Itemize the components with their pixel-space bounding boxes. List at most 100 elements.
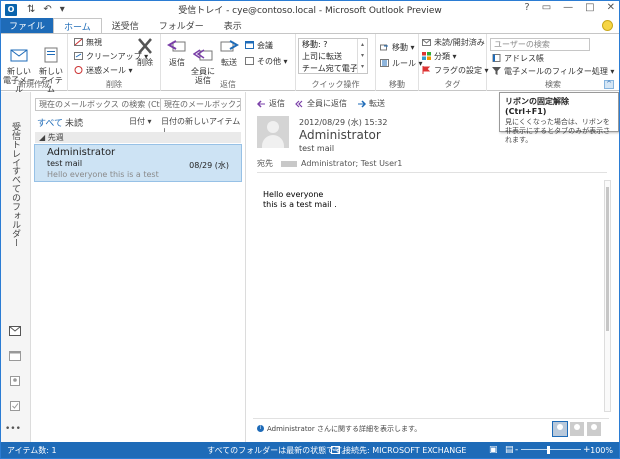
quickstep-to-manager[interactable]: 上司に転送 <box>299 51 357 63</box>
collapse-ribbon-button[interactable]: ^ <box>604 80 614 89</box>
info-icon: i <box>257 425 264 432</box>
feedback-smile-icon[interactable] <box>602 20 613 31</box>
ignore-button[interactable]: 無視 <box>74 37 102 48</box>
new-items-icon <box>44 47 58 63</box>
categorize-button[interactable]: 分類 ▾ <box>422 51 457 62</box>
tab-file[interactable]: ファイル <box>1 18 54 33</box>
zoom-slider[interactable] <box>521 449 581 450</box>
reply-all-small-icon <box>295 100 303 107</box>
group-new-label: 新規作成 <box>18 80 50 89</box>
zoom-level[interactable]: 100% <box>590 446 613 455</box>
folder-pane-collapsed: 受信トレイ すべてのフォルダー ••• <box>1 92 31 442</box>
forward-button[interactable]: 転送 <box>216 38 242 67</box>
forward-label: 転送 <box>221 58 237 67</box>
meeting-icon <box>245 41 254 49</box>
to-recipients[interactable]: Administrator; Test User1 <box>301 159 402 168</box>
customize-qat-icon[interactable]: ▾ <box>60 4 65 15</box>
flag-icon <box>422 66 431 74</box>
message-sender[interactable]: Administrator <box>299 128 381 142</box>
sort-by-dropdown[interactable]: 日付 ▾ <box>129 116 152 127</box>
list-item[interactable]: Administrator test mail Hello everyone t… <box>34 144 242 182</box>
to-label: 宛先 <box>257 159 273 168</box>
cleanup-icon <box>74 52 83 60</box>
contact-picture-2[interactable] <box>570 422 584 436</box>
group-new: 新しい 電子メール 新しい アイテム 新規作成 <box>1 34 68 94</box>
help-button[interactable]: ? <box>524 2 529 13</box>
tab-home[interactable]: ホーム <box>53 18 102 33</box>
list-item-date: 08/29 (水) <box>189 161 229 170</box>
inbox-vertical-label[interactable]: 受信トレイ <box>9 122 22 167</box>
maximize-button[interactable]: □ <box>585 2 594 13</box>
ribbon-display-options-button[interactable]: ▭ <box>542 2 551 13</box>
mailbox-search-box[interactable]: 現在のメールボックス の検索 (Ctrl... 現在のメールボックス ▾ <box>35 98 241 111</box>
follow-up-button[interactable]: フラグの設定 ▾ <box>422 65 489 76</box>
group-header-last-week[interactable]: ◢ 先週 <box>35 132 241 143</box>
minimize-button[interactable]: — <box>563 2 573 13</box>
tab-folder[interactable]: フォルダー <box>149 18 214 33</box>
close-button[interactable]: ✕ <box>607 2 615 13</box>
tab-send-receive[interactable]: 送受信 <box>102 18 149 33</box>
reply-all-button[interactable]: 全員に 返信 <box>190 38 216 85</box>
more-navigation-icon[interactable]: ••• <box>5 424 21 434</box>
sender-avatar <box>257 116 289 148</box>
mailbox-search-input[interactable]: 現在のメールボックス の検索 (Ctrl... <box>36 99 160 110</box>
rules-icon <box>380 59 389 67</box>
inline-reply-button[interactable]: 返信 <box>257 98 285 109</box>
new-email-icon <box>10 49 28 62</box>
tasks-icon[interactable] <box>9 401 21 411</box>
zoom-slider-thumb[interactable] <box>547 446 550 454</box>
all-folders-vertical-label[interactable]: すべてのフォルダー <box>9 166 22 247</box>
reading-view-icon[interactable]: ▣ <box>489 445 498 455</box>
filter-email-button[interactable]: 電子メールのフィルター処理 ▾ <box>492 66 614 77</box>
filter-all[interactable]: すべて <box>37 116 63 129</box>
group-delete: 無視 クリーンアップ ▾ 迷惑メール ▾ 削除 削除 <box>68 34 161 91</box>
junk-button[interactable]: 迷惑メール ▾ <box>74 65 133 76</box>
follow-up-label: フラグの設定 <box>434 66 482 75</box>
group-respond-label: 返信 <box>220 80 236 89</box>
people-info-text[interactable]: Administrator さんに関する詳細を表示します。 <box>267 424 421 434</box>
body-line-2: this is a test mail . <box>263 200 337 209</box>
filter-unread[interactable]: 未読 <box>65 116 83 129</box>
categorize-icon <box>422 52 431 60</box>
reading-scrollbar[interactable] <box>604 180 611 412</box>
contact-picture-3[interactable] <box>587 422 601 436</box>
people-icon[interactable] <box>9 376 21 386</box>
inline-forward-button[interactable]: 転送 <box>357 98 385 109</box>
people-pane-bar: i Administrator さんに関する詳細を表示します。 <box>253 418 609 438</box>
exchange-icon <box>331 446 340 454</box>
unread-read-label: 未読/開封済み <box>434 38 485 47</box>
unread-read-button[interactable]: 未読/開封済み <box>422 37 485 48</box>
tab-view[interactable]: 表示 <box>214 18 252 33</box>
meeting-button[interactable]: 会議 <box>245 40 273 51</box>
move-button[interactable]: 移動 ▾ <box>380 42 415 53</box>
reply-icon <box>166 40 186 52</box>
normal-view-icon[interactable]: ▤ <box>505 445 514 455</box>
quickstep-move[interactable]: 移動: ? <box>299 39 357 51</box>
reply-all-icon <box>192 49 213 61</box>
forward-icon <box>220 40 240 52</box>
zoom-out-button[interactable]: - <box>515 445 518 455</box>
move-label: 移動 <box>392 43 408 52</box>
title-bar: O ⇅ ↶ ▾ 受信トレイ - cye@contoso.local - Micr… <box>1 1 619 18</box>
search-scope-dropdown[interactable]: 現在のメールボックス ▾ <box>160 99 240 110</box>
outlook-app-icon[interactable]: O <box>5 3 17 16</box>
address-book-button[interactable]: アドレス帳 <box>492 53 544 64</box>
quickstep-team-email[interactable]: チーム宛て電子... <box>299 63 357 75</box>
group-find-label: 検索 <box>545 80 561 89</box>
delete-button[interactable]: 削除 <box>132 38 158 67</box>
inline-reply-all-button[interactable]: 全員に返信 <box>295 98 347 109</box>
group-move: 移動 ▾ ルール ▾ 移動 <box>376 34 423 91</box>
quicksteps-scrollbar[interactable]: ▴ ▾ ▾ <box>357 39 367 73</box>
tooltip-body: 見にくくなった場合は、リボンを非表示にするとタブのみが表示されます。 <box>505 118 611 144</box>
calendar-icon[interactable] <box>9 351 21 361</box>
search-people-input[interactable]: ユーザーの検索 <box>490 38 590 51</box>
reply-button[interactable]: 返信 <box>164 38 190 67</box>
mail-icon[interactable] <box>9 326 21 336</box>
scrollbar-thumb[interactable] <box>606 187 609 331</box>
more-respond-button[interactable]: その他 ▾ <box>245 56 288 67</box>
rules-button[interactable]: ルール ▾ <box>380 58 423 69</box>
contact-picture-1[interactable] <box>552 421 568 437</box>
undo-icon[interactable]: ↶ <box>43 4 51 15</box>
filter-email-label: 電子メールのフィルター処理 <box>504 67 608 76</box>
send-receive-icon[interactable]: ⇅ <box>27 4 35 15</box>
